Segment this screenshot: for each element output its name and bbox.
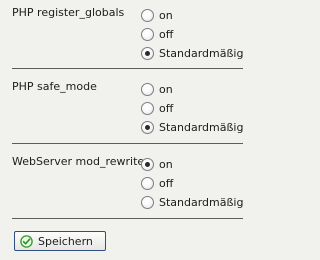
radio-option-default[interactable]: Standardmäßig [141, 193, 243, 212]
radio-option-off[interactable]: off [141, 99, 243, 118]
radio-label[interactable]: Standardmäßig [159, 121, 243, 134]
radio-label[interactable]: off [159, 28, 173, 41]
radio-label[interactable]: Standardmäßig [159, 196, 243, 209]
radio-button[interactable] [141, 9, 154, 22]
save-button[interactable]: Speichern [14, 231, 106, 251]
radio-label[interactable]: on [159, 158, 173, 171]
radio-button[interactable] [141, 196, 154, 209]
radio-option-on[interactable]: on [141, 155, 243, 174]
radio-button[interactable] [141, 47, 154, 60]
radio-label[interactable]: on [159, 83, 173, 96]
divider [12, 68, 243, 69]
radio-group: on off Standardmäßig [141, 6, 243, 63]
radio-group: on off Standardmäßig [141, 155, 243, 212]
radio-label[interactable]: off [159, 102, 173, 115]
radio-label[interactable]: off [159, 177, 173, 190]
divider [12, 218, 243, 219]
radio-option-on[interactable]: on [141, 6, 243, 25]
setting-label: PHP register_globals [12, 6, 125, 19]
radio-option-on[interactable]: on [141, 80, 243, 99]
radio-label[interactable]: Standardmäßig [159, 47, 243, 60]
setting-label: PHP safe_mode [12, 80, 97, 93]
radio-group: on off Standardmäßig [141, 80, 243, 137]
radio-option-default[interactable]: Standardmäßig [141, 118, 243, 137]
radio-button[interactable] [141, 177, 154, 190]
radio-option-off[interactable]: off [141, 25, 243, 44]
radio-button[interactable] [141, 83, 154, 96]
radio-button[interactable] [141, 121, 154, 134]
radio-button[interactable] [141, 102, 154, 115]
check-icon [20, 234, 33, 248]
save-button-label: Speichern [38, 234, 93, 248]
radio-label[interactable]: on [159, 9, 173, 22]
radio-button[interactable] [141, 158, 154, 171]
divider [12, 143, 243, 144]
radio-option-off[interactable]: off [141, 174, 243, 193]
radio-button[interactable] [141, 28, 154, 41]
radio-option-default[interactable]: Standardmäßig [141, 44, 243, 63]
setting-label: WebServer mod_rewrite [12, 155, 145, 168]
